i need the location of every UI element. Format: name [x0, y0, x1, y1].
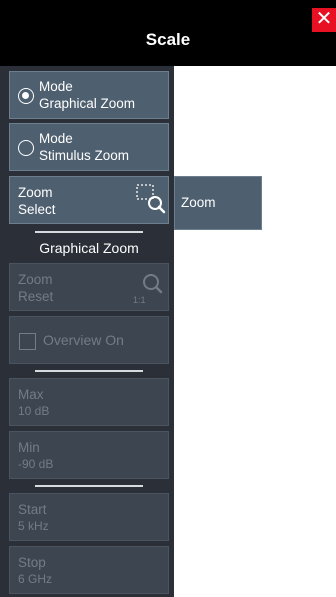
mode-stimulus-zoom-button[interactable]: Mode Stimulus Zoom	[9, 123, 169, 171]
overview-on-button[interactable]: Overview On	[9, 316, 169, 364]
min-label-text: Min	[18, 440, 40, 455]
zoom-select-button[interactable]: Zoom Select	[9, 176, 169, 224]
zoom-select-line1: Zoom	[18, 185, 53, 200]
mode-stimulus-line1: Mode	[39, 131, 73, 146]
min-button[interactable]: Min -90 dB	[9, 431, 169, 479]
zoom-select-icon	[136, 184, 166, 214]
mode-graphical-line2: Graphical Zoom	[39, 96, 136, 111]
softkey-panel: Mode Graphical Zoom Mode Stimulus Zoom Z…	[0, 66, 174, 597]
radio-selected-icon	[18, 88, 34, 104]
dialog-title: Scale	[145, 30, 191, 49]
section-label-graphical-zoom: Graphical Zoom	[39, 240, 139, 256]
stop-label-text: Stop	[18, 555, 46, 570]
radio-unselected-icon	[18, 140, 34, 156]
divider	[35, 370, 143, 372]
zoom-softkey-button[interactable]: Zoom	[174, 176, 262, 230]
max-label: Max 10 dB	[18, 386, 49, 420]
mode-graphical-zoom-label: Mode Graphical Zoom	[39, 78, 135, 112]
divider	[35, 485, 143, 487]
mode-stimulus-line2: Stimulus Zoom	[39, 148, 130, 163]
zoom-reset-label: Zoom Reset	[18, 271, 53, 305]
zoom-reset-button[interactable]: Zoom Reset 1:1	[9, 263, 169, 311]
zoom-reset-line1: Zoom	[18, 272, 53, 287]
mode-stimulus-zoom-label: Mode Stimulus Zoom	[39, 130, 129, 164]
min-label: Min -90 dB	[18, 439, 53, 473]
stop-button[interactable]: Stop 6 GHz	[9, 546, 169, 594]
start-button[interactable]: Start 5 kHz	[9, 493, 169, 541]
zoom-reset-line2: Reset	[18, 289, 54, 304]
overview-checkbox-icon	[19, 333, 36, 350]
max-value: 10 dB	[18, 404, 50, 418]
stop-label: Stop 6 GHz	[18, 554, 52, 588]
zoom-select-line2: Select	[18, 202, 56, 217]
zoom-select-label: Zoom Select	[18, 184, 56, 218]
max-label-text: Max	[18, 387, 44, 402]
min-value: -90 dB	[18, 457, 54, 471]
start-label: Start 5 kHz	[18, 501, 49, 535]
stop-value: 6 GHz	[18, 572, 53, 586]
zoom-reset-badge: 1:1	[133, 295, 146, 305]
start-value: 5 kHz	[18, 519, 49, 533]
max-button[interactable]: Max 10 dB	[9, 378, 169, 426]
mode-graphical-zoom-button[interactable]: Mode Graphical Zoom	[9, 71, 169, 119]
close-button[interactable]: ✕	[312, 8, 336, 32]
divider	[35, 231, 143, 233]
start-label-text: Start	[18, 502, 47, 517]
overview-on-label: Overview On	[43, 332, 124, 348]
mode-graphical-line1: Mode	[39, 79, 73, 94]
dialog-header: Scale ✕	[0, 0, 336, 66]
